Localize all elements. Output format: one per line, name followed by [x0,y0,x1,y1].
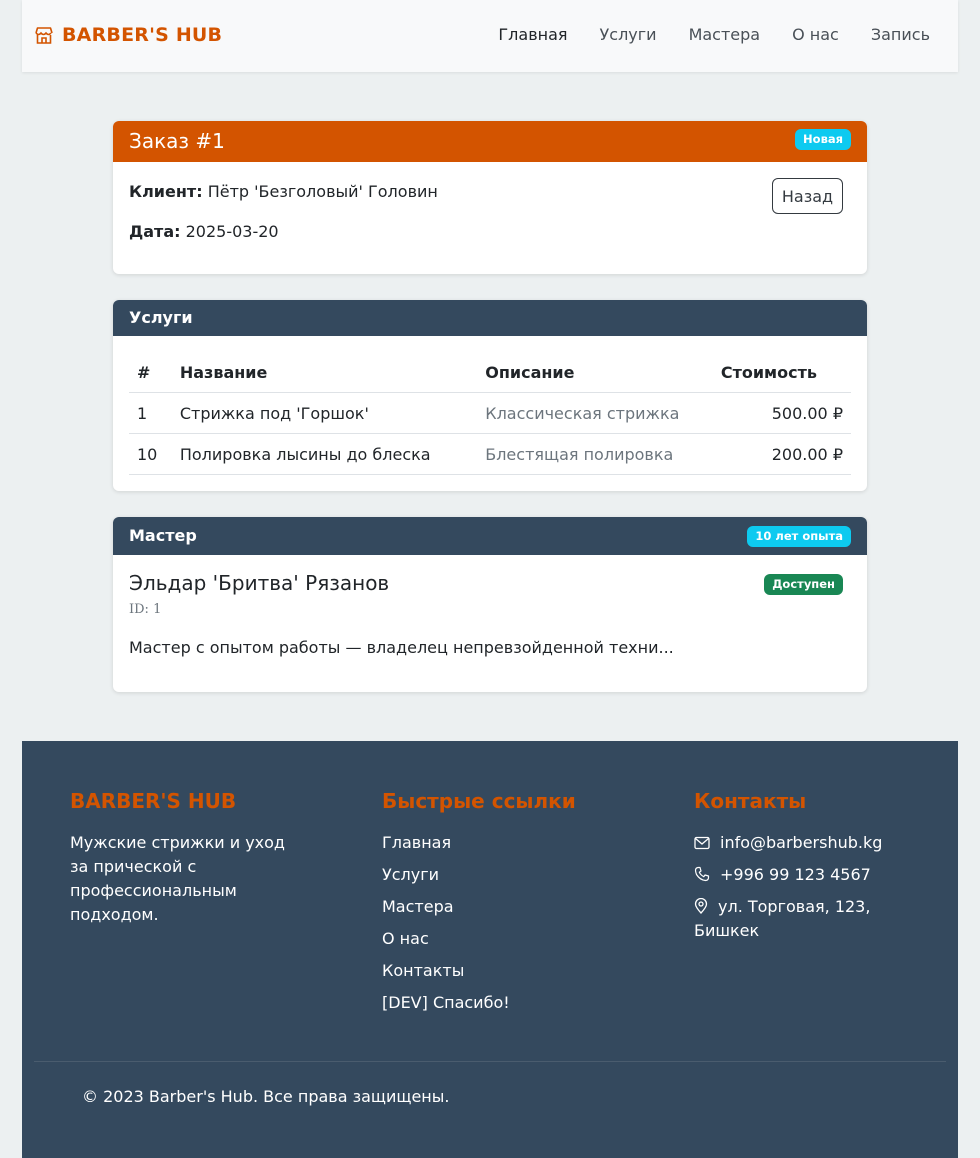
brand-name: BARBER'S HUB [62,24,223,46]
services-table: # Название Описание Стоимость 1 Стрижка … [129,352,851,475]
footer-divider [34,1061,946,1062]
availability-badge: Доступен [764,574,843,595]
service-price: 200.00 ₽ [712,433,851,475]
envelope-icon [694,836,710,850]
back-button[interactable]: Назад [772,178,843,214]
footer-links: Быстрые ссылки Главная Услуги Мастера О … [382,789,576,1019]
services-card: Услуги # Название Описание Стоимость 1 С… [113,300,867,491]
service-description: Блестящая полировка [477,433,713,475]
shop-icon [35,27,53,44]
service-name: Стрижка под 'Горшок' [171,392,478,434]
client-label: Клиент: [129,182,203,201]
footer-link-contacts[interactable]: Контакты [382,955,576,987]
footer-links-title: Быстрые ссылки [382,789,576,813]
nav-masters[interactable]: Мастера [689,25,761,44]
contact-phone[interactable]: +996 99 123 4567 [694,863,924,887]
table-row: 1 Стрижка под 'Горшок' Классическая стри… [129,392,851,434]
client-name: Пётр 'Безголовый' Головин [207,182,438,201]
footer-link-masters[interactable]: Мастера [382,891,576,923]
master-card: Мастер 10 лет опыта Эльдар 'Бритва' Ряза… [113,517,867,692]
phone-icon [694,866,710,882]
contact-email-text: info@barbershub.kg [720,833,883,852]
contact-address-text: ул. Торговая, 123, Бишкек [694,897,871,940]
footer-link-services[interactable]: Услуги [382,859,576,891]
services-title: Услуги [129,308,193,327]
table-header-row: # Название Описание Стоимость [129,352,851,393]
service-description: Классическая стрижка [477,392,713,434]
nav-services[interactable]: Услуги [600,25,657,44]
client-line: Клиент: Пётр 'Безголовый' Головин [129,182,438,201]
col-description: Описание [477,352,713,393]
service-id: 10 [129,433,172,475]
nav-home[interactable]: Главная [498,25,567,44]
master-id: ID: 1 [129,602,162,617]
master-title: Мастер [129,526,197,545]
status-badge: Новая [795,129,851,150]
service-id: 1 [129,392,172,434]
contact-email[interactable]: info@barbershub.kg [694,831,924,855]
footer-contacts-title: Контакты [694,789,807,813]
order-header: Заказ #1 Новая [113,121,867,162]
date-line: Дата: 2025-03-20 [129,222,279,241]
brand-logo[interactable]: BARBER'S HUB [34,24,222,46]
table-row: 10 Полировка лысины до блеска Блестящая … [129,433,851,475]
service-price: 500.00 ₽ [712,392,851,434]
col-number: # [129,352,172,393]
order-date: 2025-03-20 [185,222,279,241]
footer-contacts: Контакты info@barbershub.kg +996 99 123 … [694,789,924,951]
nav-about[interactable]: О нас [792,25,839,44]
footer-tagline: Мужские стрижки и уход за прической с пр… [70,833,285,924]
footer-brand: BARBER'S HUB [70,789,237,813]
master-name: Эльдар 'Бритва' Рязанов [129,571,390,595]
col-name: Название [171,352,478,393]
nav-booking[interactable]: Запись [871,25,930,44]
footer-about: BARBER'S HUB Мужские стрижки и уход за п… [70,789,300,927]
experience-badge: 10 лет опыта [747,526,851,547]
col-price: Стоимость [712,352,851,393]
order-title: Заказ #1 [129,129,225,153]
master-header: Мастер 10 лет опыта [113,517,867,555]
footer-link-about[interactable]: О нас [382,923,576,955]
date-label: Дата: [129,222,181,241]
footer-link-thanks[interactable]: [DEV] Спасибо! [382,987,576,1019]
service-name: Полировка лысины до блеска [171,433,478,475]
navbar: BARBER'S HUB Главная Услуги Мастера О на… [22,0,958,72]
master-description: Мастер с опытом работы — владелец непрев… [129,638,674,657]
contact-phone-text: +996 99 123 4567 [720,865,871,884]
copyright: © 2023 Barber's Hub. Все права защищены. [82,1087,450,1106]
order-card: Заказ #1 Новая Клиент: Пётр 'Безголовый'… [113,121,867,274]
map-pin-icon [694,897,708,914]
nav-links: Главная Услуги Мастера О нас Запись [466,25,930,44]
contact-address: ул. Торговая, 123, Бишкек [694,895,924,943]
footer-link-home[interactable]: Главная [382,827,576,859]
footer: BARBER'S HUB Мужские стрижки и уход за п… [22,741,958,1158]
services-header: Услуги [113,300,867,336]
